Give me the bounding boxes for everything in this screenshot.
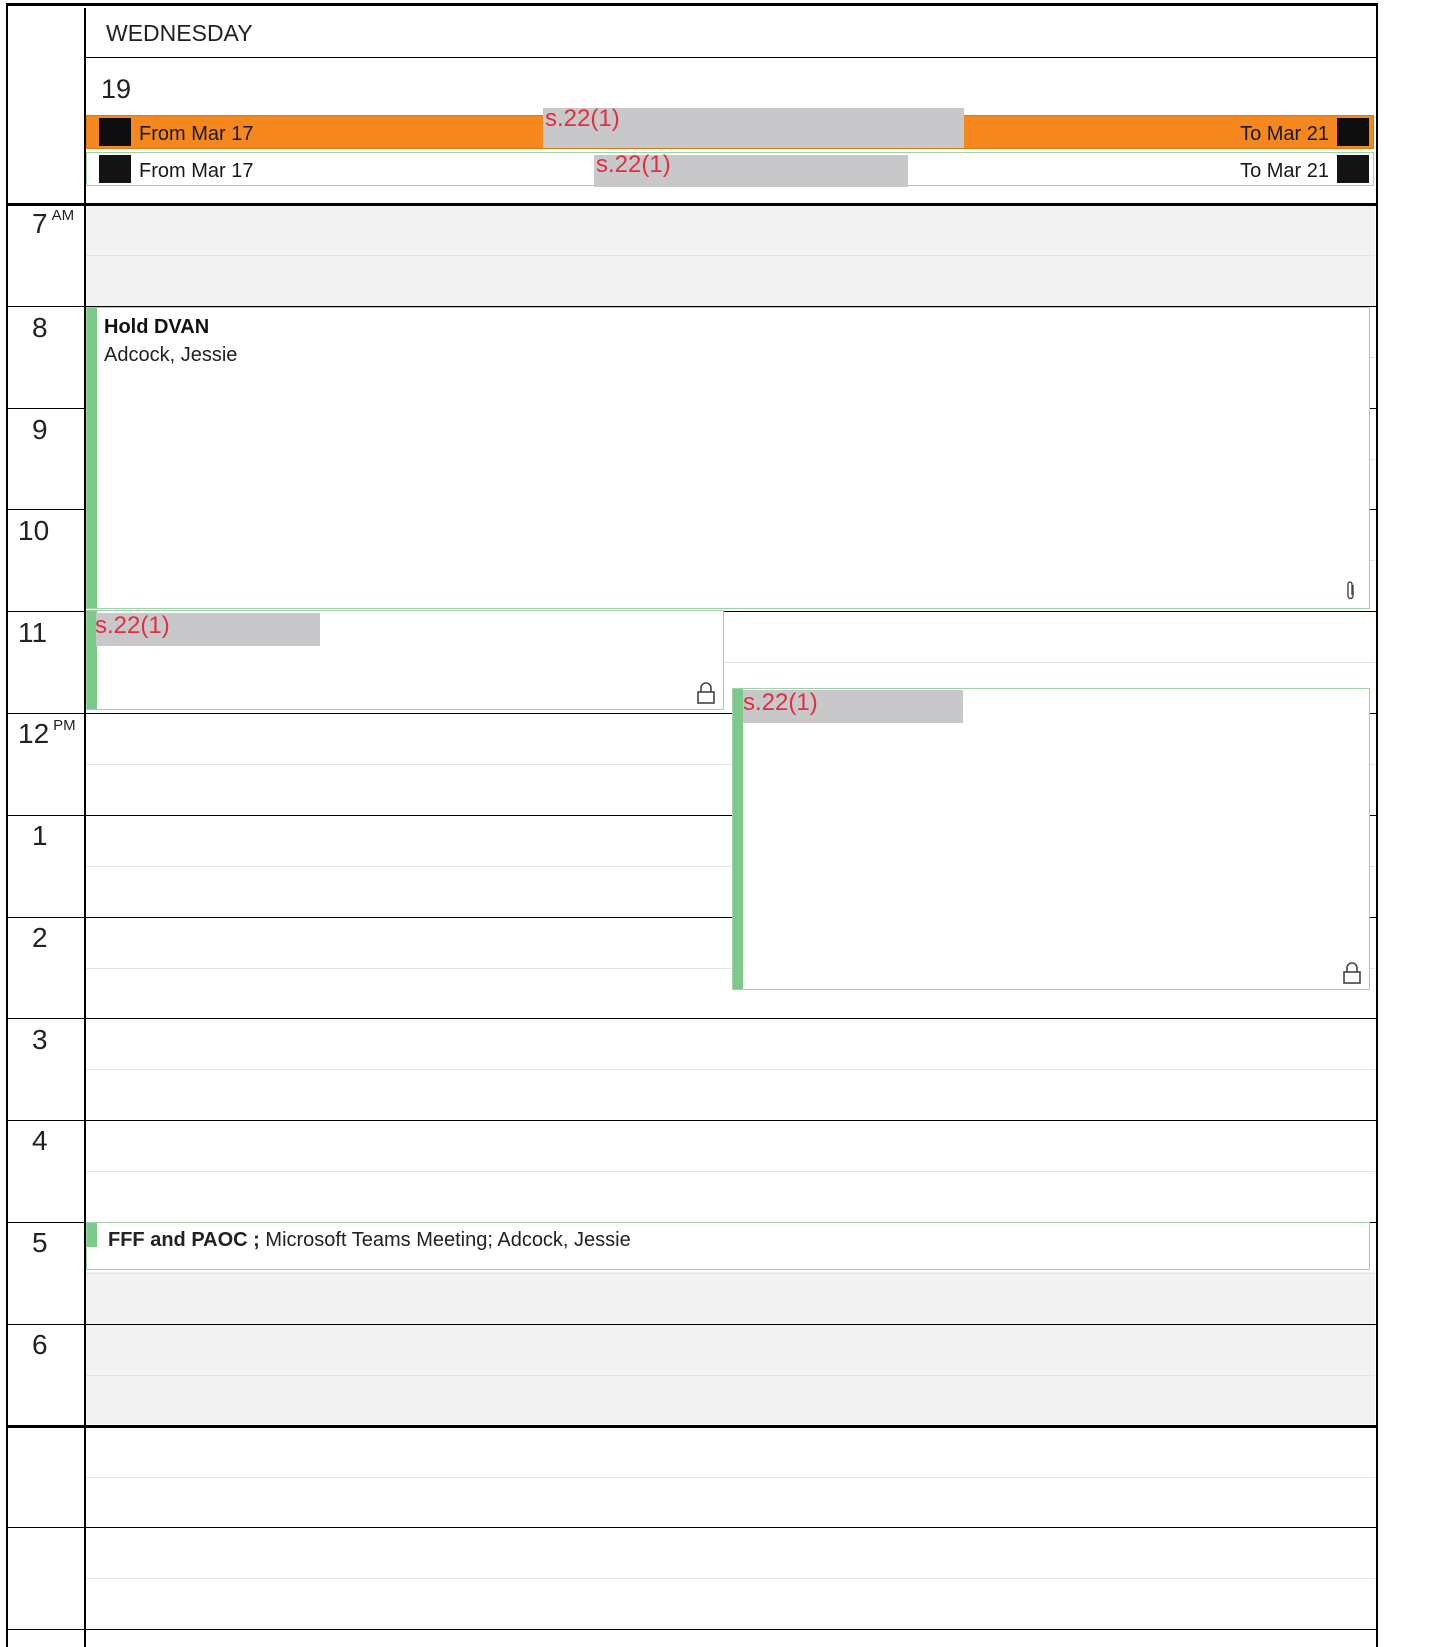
redaction-label: s.22(1) — [596, 151, 671, 178]
next-arrow-icon[interactable] — [1337, 118, 1369, 146]
half-hour-grid-line — [86, 1375, 1375, 1376]
prev-arrow-icon[interactable] — [99, 155, 131, 183]
hour-grid-line — [6, 1018, 1377, 1019]
hour-grid-line — [6, 1425, 1377, 1428]
event-hold-dvan[interactable]: Hold DVAN Adcock, Jessie — [86, 307, 1370, 609]
hour-grid-line — [6, 1629, 1377, 1630]
hour-grid-line — [6, 1527, 1377, 1528]
lock-icon — [697, 682, 715, 704]
prev-arrow-icon[interactable] — [99, 118, 131, 146]
day-name: WEDNESDAY — [106, 20, 253, 46]
hour-grid-line — [6, 1324, 1377, 1325]
hour-label-1: 1 — [32, 820, 48, 851]
redaction-label: s.22(1) — [545, 105, 620, 132]
event-color-stripe — [733, 689, 743, 989]
event-color-stripe — [87, 308, 97, 608]
event-private-1130[interactable]: s.22(1) — [732, 688, 1370, 990]
hour-label-9: 9 — [32, 414, 48, 445]
all-day-to-label: To Mar 21 — [1240, 123, 1329, 145]
left-border — [6, 4, 8, 1647]
redaction-label: s.22(1) — [95, 612, 170, 639]
hour-label-3: 3 — [32, 1024, 48, 1055]
event-fff-paoc[interactable]: FFF and PAOC ; Microsoft Teams Meeting; … — [86, 1222, 1370, 1270]
half-hour-grid-line — [86, 1069, 1375, 1070]
day-number[interactable]: 19 — [101, 74, 131, 105]
lock-icon — [1343, 962, 1361, 984]
all-day-from-label: From Mar 17 — [139, 123, 254, 145]
off-hours-evening — [86, 1272, 1375, 1424]
all-day-to-label: To Mar 21 — [1240, 160, 1329, 182]
off-hours-morning — [86, 206, 1375, 306]
hour-grid-line — [6, 1120, 1377, 1121]
hour-label-10: 10 — [18, 515, 50, 546]
top-border — [6, 3, 1378, 6]
half-hour-grid-line — [86, 1171, 1375, 1172]
redaction-label: s.22(1) — [743, 689, 818, 716]
event-summary: FFF and PAOC ; Microsoft Teams Meeting; … — [108, 1229, 631, 1252]
header-divider — [85, 57, 1376, 58]
half-hour-grid-line — [86, 1273, 1375, 1274]
half-hour-grid-line — [86, 1477, 1375, 1478]
hour-label-2: 2 — [32, 922, 48, 953]
right-border — [1376, 4, 1378, 1647]
hour-label-8: 8 — [32, 312, 48, 343]
event-color-stripe — [87, 1223, 97, 1247]
event-title: Hold DVAN — [104, 316, 210, 338]
paperclip-icon — [1347, 581, 1354, 600]
half-hour-grid-line — [86, 255, 1375, 256]
event-private-11am[interactable]: s.22(1) — [86, 610, 724, 710]
event-title: FFF and PAOC — [108, 1229, 248, 1251]
next-arrow-icon[interactable] — [1337, 155, 1369, 183]
all-day-from-label: From Mar 17 — [139, 160, 254, 182]
half-hour-grid-line — [86, 1578, 1375, 1579]
hour-label-11: 11 — [18, 617, 48, 648]
hour-label-6: 6 — [32, 1329, 48, 1360]
hour-label-12: 12 PM — [18, 717, 76, 749]
hour-label-5: 5 — [32, 1227, 48, 1258]
hour-label-4: 4 — [32, 1125, 48, 1156]
event-details: Microsoft Teams Meeting; Adcock, Jessie — [265, 1229, 631, 1251]
hour-label-7: 7 AM — [32, 207, 75, 239]
event-organizer: Adcock, Jessie — [104, 344, 238, 366]
event-separator: ; — [247, 1229, 266, 1251]
